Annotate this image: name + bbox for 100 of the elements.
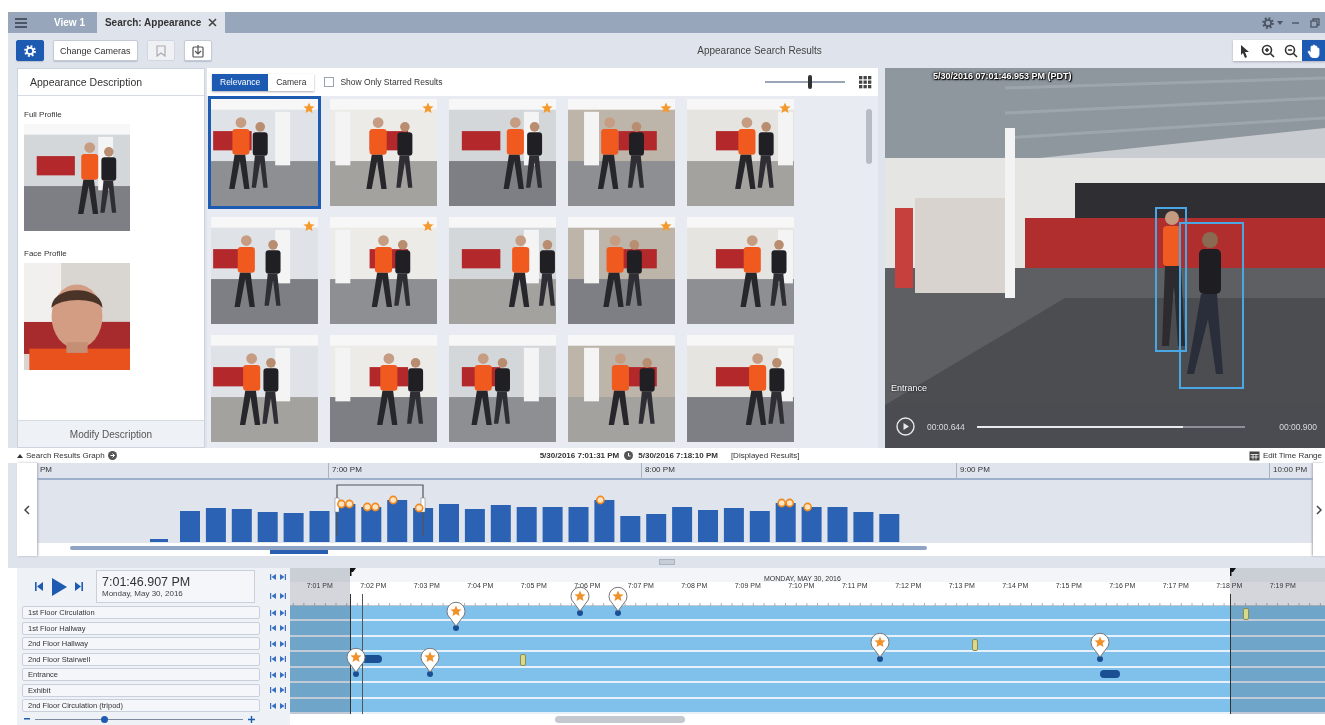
jump-end-icon[interactable] [279, 687, 286, 694]
collapse-icon[interactable] [17, 453, 23, 458]
play-button[interactable] [51, 576, 67, 597]
range-flag[interactable] [1230, 568, 1236, 576]
jump-end-icon[interactable] [279, 609, 286, 616]
result-marker[interactable] [345, 499, 354, 509]
jump-end-icon[interactable] [279, 656, 286, 663]
result-marker[interactable] [337, 499, 346, 509]
axis-label: 7:00 PM [328, 463, 641, 478]
zoom-out-icon [1283, 43, 1298, 58]
sort-tab[interactable]: Camera [268, 73, 315, 91]
section-label: Full Profile [24, 110, 63, 119]
star-icon[interactable] [422, 102, 434, 114]
step-forward-button[interactable] [74, 581, 83, 592]
starred-pin[interactable] [869, 632, 891, 662]
settings-button[interactable] [16, 40, 44, 61]
selection-bracket[interactable] [334, 484, 426, 537]
bar [594, 500, 615, 542]
current-date: Monday, May 30, 2016 [102, 589, 184, 598]
zoom-out-button[interactable] [1279, 40, 1302, 61]
jump-end-icon[interactable] [279, 671, 286, 678]
starred-pin[interactable] [345, 647, 367, 678]
starred-pin[interactable] [445, 601, 467, 632]
result-marker[interactable] [785, 498, 795, 508]
bar [180, 511, 200, 542]
section-title: Search Results Graph [26, 451, 105, 460]
tab[interactable]: Search: Appearance [96, 12, 226, 33]
step-back-button[interactable] [35, 581, 44, 592]
starred-pin[interactable] [607, 585, 629, 616]
bar [853, 512, 874, 542]
result-marker[interactable] [777, 498, 787, 508]
timeline-scrollbar[interactable] [555, 716, 685, 723]
panel-title: Appearance Search Results [696, 45, 823, 56]
star-icon[interactable] [422, 220, 434, 232]
star-icon[interactable] [303, 102, 315, 114]
jump-start-icon[interactable] [269, 625, 276, 632]
jump-end-icon[interactable] [279, 592, 286, 599]
jump-start-icon[interactable] [269, 609, 276, 616]
range-flag[interactable] [350, 568, 356, 576]
bar [620, 516, 641, 542]
hand-button[interactable] [1302, 40, 1325, 61]
jump-start-icon[interactable] [269, 687, 276, 694]
result-marker[interactable] [370, 502, 380, 512]
clip-marker [1243, 607, 1249, 620]
caret-icon [1277, 20, 1283, 25]
video-timestamp: 5/30/2016 07:01:46.953 PM (PDT) [933, 71, 1072, 81]
splitter-handle[interactable] [658, 559, 675, 565]
jump-start-icon[interactable] [269, 656, 276, 663]
zoom-in-icon[interactable] [248, 715, 255, 723]
progress-track[interactable] [976, 425, 1246, 428]
jump-end-icon[interactable] [279, 574, 286, 581]
slider-thumb[interactable] [807, 75, 812, 89]
zoom-in-icon [1260, 43, 1275, 58]
axis-label: 8:00 PM [641, 463, 956, 478]
modify-description-button[interactable]: Modify Description [18, 420, 204, 447]
star-icon[interactable] [660, 220, 672, 232]
star-icon[interactable] [660, 102, 672, 114]
clock-icon [624, 451, 634, 460]
result-marker[interactable] [803, 502, 812, 512]
change-cameras-button[interactable]: Change Cameras [53, 40, 138, 61]
bar [516, 507, 537, 542]
jump-end-icon[interactable] [279, 640, 286, 647]
checkbox-label: Show Only Starred Results [340, 77, 443, 87]
starred-pin[interactable] [569, 585, 591, 616]
starred-pin[interactable] [1089, 632, 1111, 662]
slider-thumb[interactable] [100, 715, 108, 723]
star-icon[interactable] [303, 220, 315, 232]
star-icon[interactable] [779, 102, 791, 114]
result-marker[interactable] [596, 495, 605, 505]
zoom-out-icon[interactable] [24, 718, 30, 721]
jump-end-icon[interactable] [279, 702, 286, 709]
bar [387, 500, 408, 542]
clip-marker [972, 638, 978, 651]
close-icon[interactable] [208, 18, 218, 27]
jump-start-icon[interactable] [269, 640, 276, 647]
gear-icon [23, 43, 37, 58]
duration-time: 00:00.900 [1279, 421, 1317, 432]
result-marker[interactable] [414, 503, 424, 513]
result-marker[interactable] [362, 502, 372, 512]
sort-tab[interactable]: Relevance [212, 73, 269, 91]
jump-start-icon[interactable] [269, 574, 276, 581]
current-time: 7:01:46.907 PM [102, 575, 192, 589]
info-icon[interactable] [107, 451, 117, 460]
result-marker[interactable] [388, 495, 398, 505]
jump-end-icon[interactable] [279, 625, 286, 632]
edit-time-range-link[interactable]: Edit Time Range [1248, 450, 1322, 461]
export-button[interactable] [183, 40, 212, 61]
pointer-button[interactable] [1233, 40, 1256, 61]
grid-view-icon[interactable] [859, 75, 872, 89]
jump-start-icon[interactable] [269, 702, 276, 709]
checkbox[interactable] [324, 77, 335, 87]
restore-icon [1310, 17, 1320, 28]
jump-start-icon[interactable] [269, 592, 276, 599]
section-label: Face Profile [24, 249, 68, 258]
starred-pin[interactable] [419, 647, 441, 678]
play-button[interactable] [896, 417, 915, 436]
star-icon[interactable] [541, 102, 553, 114]
jump-start-icon[interactable] [269, 671, 276, 678]
axis-label: PM [39, 464, 53, 476]
elapsed-time: 00:00.644 [927, 421, 965, 432]
